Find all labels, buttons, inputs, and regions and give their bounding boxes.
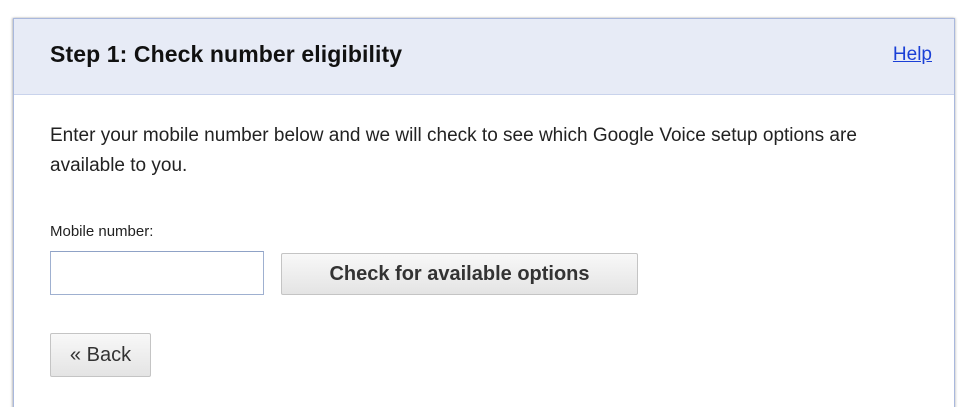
back-button[interactable]: « Back: [50, 333, 151, 377]
intro-text: Enter your mobile number below and we wi…: [50, 125, 857, 176]
step-panel: Step 1: Check number eligibility Help En…: [13, 18, 955, 407]
check-options-button[interactable]: Check for available options: [281, 253, 638, 295]
panel-title: Step 1: Check number eligibility: [50, 41, 403, 67]
panel-header: Step 1: Check number eligibility Help: [14, 19, 954, 95]
mobile-number-label: Mobile number:: [50, 223, 154, 240]
help-link[interactable]: Help: [893, 44, 932, 66]
page: Step 1: Check number eligibility Help En…: [0, 0, 964, 407]
mobile-number-input[interactable]: [50, 251, 264, 295]
